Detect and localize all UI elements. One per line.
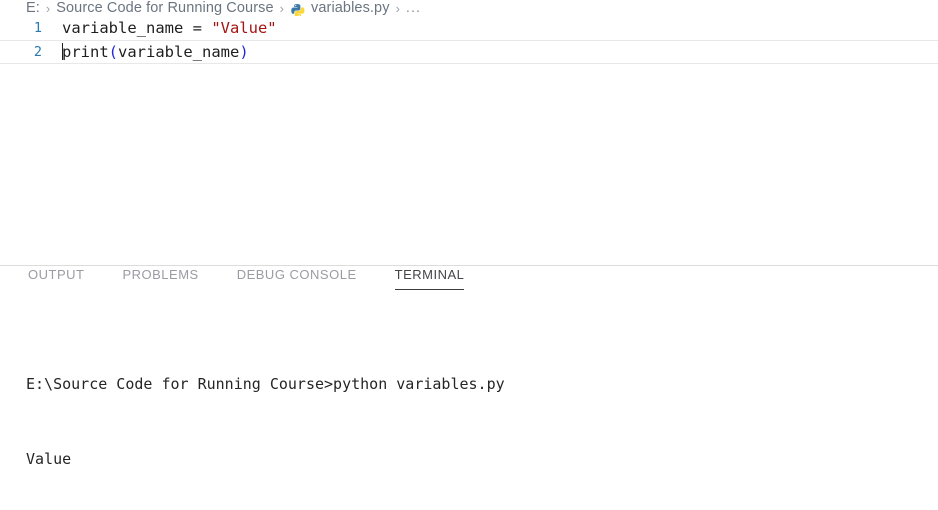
line-number-1: 1 bbox=[33, 20, 42, 36]
code-line-1[interactable]: 1 variable_name = "Value" bbox=[0, 16, 938, 40]
tab-debug-console[interactable]: DEBUG CONSOLE bbox=[237, 267, 357, 290]
code-token-print: print bbox=[62, 43, 109, 61]
code-line-1-content: variable_name = "Value" bbox=[62, 16, 277, 40]
breadcrumb-item-file[interactable]: variables.py bbox=[311, 0, 390, 16]
breadcrumb-item-folder[interactable]: Source Code for Running Course bbox=[56, 0, 273, 16]
breadcrumb-separator: › bbox=[279, 0, 284, 16]
breadcrumb-item-root[interactable]: E: bbox=[26, 0, 40, 16]
code-token-variable: variable_name bbox=[118, 43, 240, 61]
breadcrumb-item-more[interactable]: ... bbox=[406, 0, 421, 16]
vscode-window: E: › Source Code for Running Course › va… bbox=[0, 0, 938, 510]
code-token-assignment: variable_name = bbox=[62, 19, 212, 37]
code-line-2[interactable]: 2 print(variable_name) bbox=[0, 40, 938, 64]
breadcrumb-separator: › bbox=[45, 0, 51, 16]
bottom-panel: OUTPUT PROBLEMS DEBUG CONSOLE TERMINAL E… bbox=[0, 265, 938, 510]
breadcrumb-separator: › bbox=[395, 0, 400, 16]
code-editor[interactable]: 1 variable_name = "Value" 2 print(variab… bbox=[0, 16, 938, 265]
panel-tab-bar: OUTPUT PROBLEMS DEBUG CONSOLE TERMINAL bbox=[0, 266, 938, 291]
code-token-string: "Value" bbox=[211, 19, 277, 37]
tab-output[interactable]: OUTPUT bbox=[28, 267, 84, 290]
code-token-open-paren: ( bbox=[108, 43, 119, 61]
tab-problems[interactable]: PROBLEMS bbox=[122, 267, 198, 290]
code-token-close-paren: ) bbox=[239, 43, 249, 61]
terminal-line-command: E:\Source Code for Running Course>python… bbox=[26, 375, 505, 394]
line-number-2: 2 bbox=[33, 44, 42, 60]
tab-terminal[interactable]: TERMINAL bbox=[394, 267, 465, 291]
terminal-output[interactable]: E:\Source Code for Running Course>python… bbox=[0, 290, 938, 510]
code-line-2-content: print(variable_name) bbox=[62, 40, 249, 64]
breadcrumb: E: › Source Code for Running Course › va… bbox=[0, 0, 938, 17]
terminal-line-output: Value bbox=[26, 450, 72, 469]
